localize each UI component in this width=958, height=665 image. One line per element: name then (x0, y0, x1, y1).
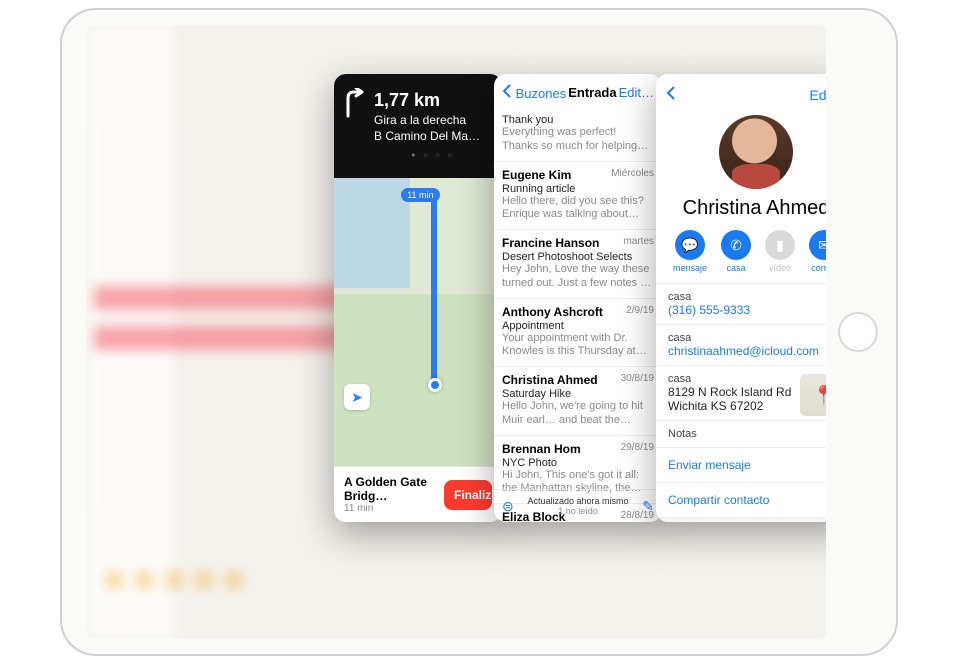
envelope-icon: ✉ (809, 230, 826, 260)
contact-phone-value: (316) 555-9333 (668, 303, 750, 317)
app-card-maps[interactable]: ◆ Mapas Ruta hasta Golden Gate Bri… 1,77… (334, 74, 502, 522)
contact-address-row[interactable]: casa 8129 N Rock Island Rd Wichita KS 67… (656, 366, 826, 421)
contact-address-map-thumb[interactable]: 📍 (800, 374, 826, 416)
contacts-edit-button[interactable]: Editar (809, 87, 826, 103)
app-card-mail[interactable]: ✉ Mail Buzones Entrada Edit… Thank you E… (494, 74, 662, 522)
mail-message[interactable]: Thank you Everything was perfect! Thanks… (494, 107, 662, 162)
maps-map-view[interactable]: 11 min ➤ (334, 178, 502, 468)
mail-nav-bar: Buzones Entrada Edit… (494, 74, 662, 107)
contact-email-value: christinaahmed@icloud.com (668, 344, 819, 358)
mail-filter-icon[interactable]: ⊜ (502, 498, 514, 515)
maps-instruction-line2: B Camino Del Ma… (374, 129, 480, 143)
mail-back-button[interactable]: Buzones (502, 84, 566, 101)
mail-compose-icon[interactable]: ✎ (642, 498, 654, 515)
contact-action-video: ▮ vídeo (765, 230, 795, 273)
message-icon: 💬 (675, 230, 705, 260)
turn-right-icon (342, 88, 366, 118)
mail-message[interactable]: Francine Hansonmartes Desert Photoshoot … (494, 230, 662, 299)
app-card-contacts[interactable]: ☰ Contactos Christina Ahmed Editar Chris… (656, 74, 826, 522)
contact-share-contact-link[interactable]: Compartir contacto (656, 483, 826, 518)
contact-action-call[interactable]: ✆ casa (721, 230, 751, 273)
maps-end-route-button[interactable]: Finalizar (444, 480, 492, 510)
maps-direction-banner: 1,77 km Gira a la derecha B Camino Del M… (334, 74, 502, 178)
maps-recenter-button[interactable]: ➤ (344, 384, 370, 410)
ipad-home-button[interactable] (838, 312, 878, 352)
map-pin-icon: 📍 (813, 385, 826, 406)
ipad-device-frame: ◆ Mapas Ruta hasta Golden Gate Bri… 1,77… (60, 8, 898, 656)
contacts-back-button[interactable] (666, 84, 676, 105)
ipad-screen: ◆ Mapas Ruta hasta Golden Gate Bri… 1,77… (86, 26, 826, 638)
maps-footer-eta: 11 min (344, 503, 444, 514)
contact-action-row: 💬 mensaje ✆ casa ▮ vídeo ✉ correo (656, 230, 826, 284)
maps-instruction-line1: Gira a la derecha (374, 113, 466, 127)
mail-title: Entrada (568, 85, 616, 100)
phone-icon: ✆ (721, 230, 751, 260)
contact-action-mail[interactable]: ✉ correo (809, 230, 826, 273)
contacts-nav-bar: Editar (656, 74, 826, 109)
contact-phone-row[interactable]: casa (316) 555-9333 (656, 284, 826, 325)
mail-edit-button[interactable]: Edit… (619, 85, 654, 100)
maps-distance: 1,77 km (374, 88, 492, 112)
contact-notes-row[interactable]: Notas (656, 421, 826, 448)
mail-message[interactable]: Eugene KimMiércoles Running article Hell… (494, 162, 662, 231)
maps-footer-bar: A Golden Gate Bridg… 11 min Finalizar (334, 466, 502, 522)
contact-address-line2: Wichita KS 67202 (668, 399, 763, 413)
app-switcher-cards: ◆ Mapas Ruta hasta Golden Gate Bri… 1,77… (334, 74, 826, 522)
mail-message[interactable]: Christina Ahmed30/8/19 Saturday Hike Hel… (494, 367, 662, 436)
video-icon: ▮ (765, 230, 795, 260)
mail-updated-label: Actualizado ahora mismo (514, 496, 643, 506)
contact-action-message[interactable]: 💬 mensaje (673, 230, 707, 273)
contact-send-message-link[interactable]: Enviar mensaje (656, 448, 826, 483)
mail-message[interactable]: Anthony Ashcroft2/9/19 Appointment Your … (494, 299, 662, 368)
mail-unread-label: 1 no leído (558, 506, 598, 516)
mail-toolbar: ⊜ Actualizado ahora mismo 1 no leído ✎ (494, 489, 662, 522)
contact-email-row[interactable]: casa christinaahmed@icloud.com (656, 325, 826, 366)
contact-section-gap (656, 518, 826, 522)
contact-name: Christina Ahmed (656, 197, 826, 220)
mail-message-list[interactable]: Thank you Everything was perfect! Thanks… (494, 107, 662, 522)
maps-route-line (431, 196, 437, 386)
contact-address-line1: 8129 N Rock Island Rd (668, 385, 791, 399)
maps-page-dots: ● ○ ○ ○ (374, 151, 492, 160)
contact-avatar[interactable] (719, 115, 793, 189)
maps-destination-name: A Golden Gate Bridg… (344, 475, 427, 503)
maps-route-eta-badge: 11 min (401, 188, 439, 202)
